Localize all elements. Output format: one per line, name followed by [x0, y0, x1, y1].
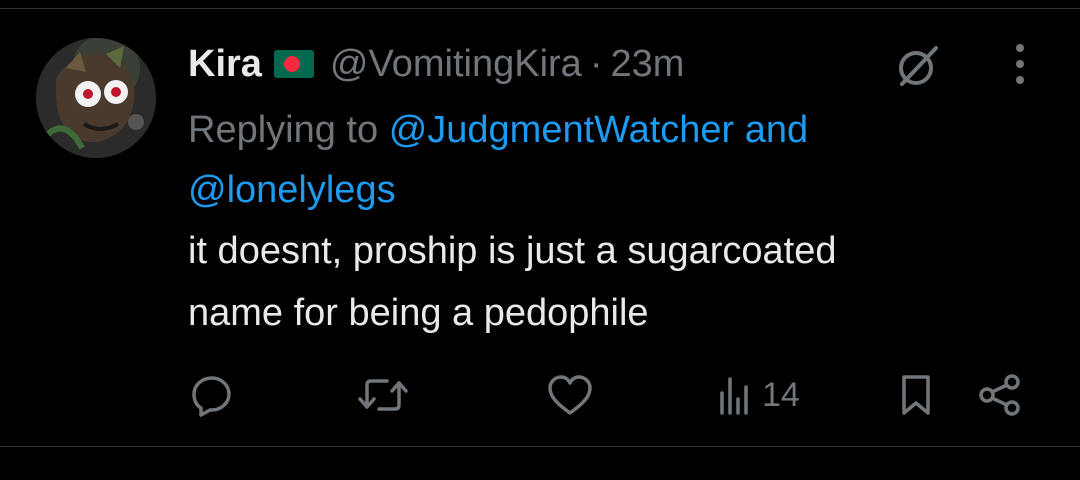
reply-button[interactable]	[190, 370, 234, 420]
mention-connector: and	[744, 109, 809, 151]
replying-to: Replying to @JudgmentWatcher and @lonely…	[188, 100, 1048, 220]
bookmark-button[interactable]	[896, 370, 936, 420]
avatar[interactable]	[36, 38, 156, 158]
replying-to-prefix: Replying to	[188, 109, 379, 151]
views-button[interactable]: 14	[716, 370, 800, 420]
heart-icon	[546, 373, 594, 417]
views-count: 14	[762, 375, 800, 414]
separator-dot: ·	[589, 42, 603, 85]
top-divider	[0, 8, 1080, 9]
share-icon	[976, 373, 1024, 417]
tweet-header: Kira @VomitingKira · 23m	[188, 38, 684, 90]
share-button[interactable]	[976, 370, 1024, 420]
bangladesh-flag-icon	[273, 50, 314, 78]
tweet-text: it doesnt, proship is just a sugarcoated…	[188, 220, 1048, 344]
bottom-divider	[0, 446, 1080, 447]
tweet-text-line-2: name for being a pedophile	[188, 292, 649, 334]
action-bar: 14	[0, 370, 1080, 420]
tweet-text-line-1: it doesnt, proship is just a sugarcoated	[188, 230, 837, 272]
timestamp[interactable]: 23m	[610, 43, 684, 86]
retweet-icon	[355, 373, 411, 417]
retweet-button[interactable]	[355, 370, 411, 420]
grok-icon[interactable]	[894, 42, 942, 90]
reply-icon	[190, 373, 234, 417]
views-icon	[716, 373, 756, 417]
mention-judgmentwatcher[interactable]: @JudgmentWatcher	[389, 109, 735, 151]
display-name[interactable]: Kira	[188, 43, 262, 86]
more-options-icon[interactable]	[1000, 40, 1040, 88]
like-button[interactable]	[546, 370, 594, 420]
user-handle[interactable]: @VomitingKira	[330, 43, 582, 86]
bookmark-icon	[896, 373, 936, 417]
mention-lonelylegs[interactable]: @lonelylegs	[188, 169, 396, 211]
